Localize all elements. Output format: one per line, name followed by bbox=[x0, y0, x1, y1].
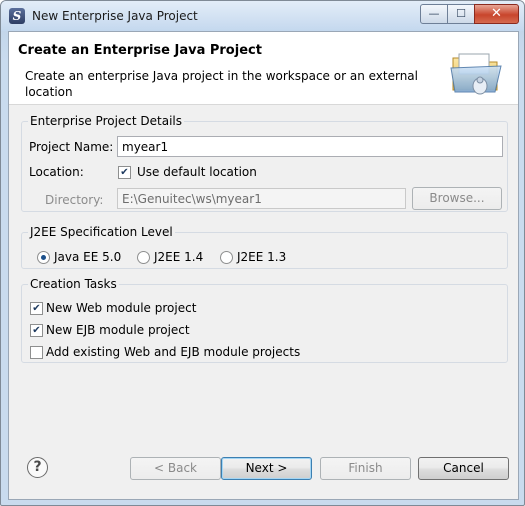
radio-j2ee-1-4-label[interactable]: J2EE 1.4 bbox=[154, 250, 203, 264]
directory-input[interactable]: E:\Genuitec\ws\myear1 bbox=[117, 188, 406, 209]
browse-button[interactable]: Browse... bbox=[412, 187, 502, 210]
finish-button[interactable]: Finish bbox=[320, 457, 411, 480]
dialog-body: Create an Enterprise Java Project Create… bbox=[8, 31, 519, 500]
project-name-input[interactable]: myear1 bbox=[117, 136, 503, 157]
next-button[interactable]: Next > bbox=[221, 457, 312, 480]
maximize-button[interactable]: ☐ bbox=[447, 4, 475, 24]
cancel-button[interactable]: Cancel bbox=[418, 457, 509, 480]
spec-level-legend: J2EE Specification Level bbox=[30, 225, 173, 239]
new-ejb-module-checkbox[interactable]: ✔ bbox=[30, 324, 43, 337]
creation-tasks-legend: Creation Tasks bbox=[30, 277, 117, 291]
page-title: Create an Enterprise Java Project bbox=[18, 43, 262, 58]
use-default-location-checkbox[interactable]: ✔ bbox=[118, 166, 131, 179]
project-details-legend: Enterprise Project Details bbox=[30, 114, 183, 128]
location-label: Location: bbox=[29, 165, 84, 179]
app-icon: S bbox=[9, 8, 25, 24]
add-existing-modules-label[interactable]: Add existing Web and EJB module projects bbox=[46, 345, 300, 359]
add-existing-modules-checkbox[interactable] bbox=[30, 346, 43, 359]
page-description: Create an enterprise Java project in the… bbox=[25, 69, 418, 99]
radio-java-ee-5[interactable] bbox=[37, 251, 50, 264]
help-icon[interactable]: ? bbox=[27, 457, 48, 478]
radio-java-ee-5-label[interactable]: Java EE 5.0 bbox=[54, 250, 121, 264]
wizard-header: Create an Enterprise Java Project Create… bbox=[9, 32, 518, 105]
new-ejb-module-label[interactable]: New EJB module project bbox=[46, 323, 190, 337]
window-title: New Enterprise Java Project bbox=[32, 9, 198, 23]
back-button[interactable]: < Back bbox=[130, 457, 221, 480]
directory-label: Directory: bbox=[45, 193, 104, 207]
radio-j2ee-1-3[interactable] bbox=[220, 251, 233, 264]
radio-j2ee-1-3-label[interactable]: J2EE 1.3 bbox=[237, 250, 286, 264]
minimize-button[interactable]: — bbox=[420, 4, 448, 24]
radio-j2ee-1-4[interactable] bbox=[137, 251, 150, 264]
project-name-label: Project Name: bbox=[29, 140, 114, 154]
use-default-location-label[interactable]: Use default location bbox=[137, 165, 257, 179]
close-button[interactable]: ✕ bbox=[474, 4, 519, 24]
title-bar[interactable]: S New Enterprise Java Project — ☐ ✕ bbox=[1, 1, 524, 31]
new-web-module-checkbox[interactable]: ✔ bbox=[30, 302, 43, 315]
dialog-window: S New Enterprise Java Project — ☐ ✕ Crea… bbox=[0, 0, 525, 506]
folder-wizard-icon bbox=[450, 53, 502, 95]
new-web-module-label[interactable]: New Web module project bbox=[46, 301, 196, 315]
